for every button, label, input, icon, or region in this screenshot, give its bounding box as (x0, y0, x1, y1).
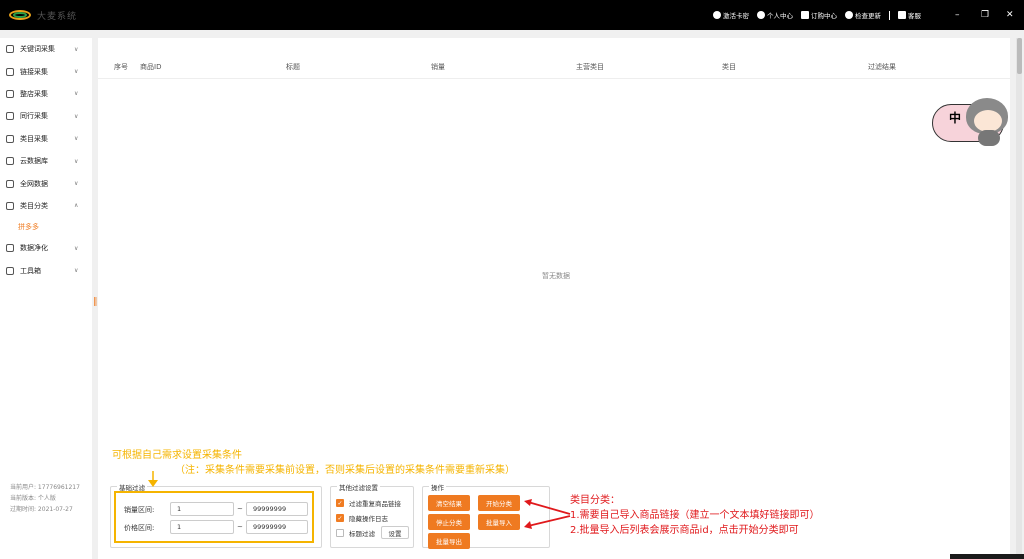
col-product-id: 商品ID (140, 63, 162, 71)
chevron-down-icon: ∨ (74, 244, 79, 252)
sidebar-item-store-collect[interactable]: 整店采集 ∨ (0, 83, 92, 105)
sidebar: 关键词采集 ∨ 链接采集 ∨ 整店采集 ∨ 同行采集 ∨ 类目采集 ∨ 云数据库 ∨ 全网数… (0, 38, 92, 559)
chevron-up-icon: ∧ (74, 202, 79, 210)
sidebar-item-category-collect[interactable]: 类目采集 ∨ (0, 128, 92, 150)
minimize-button[interactable]: – (955, 0, 960, 30)
yellow-arrow-icon (148, 471, 158, 487)
col-filter-result: 过滤结果 (868, 63, 896, 71)
current-version: 当前版本: 个人版 (10, 495, 56, 502)
sidebar-item-global-data[interactable]: 全网数据 ∨ (0, 172, 92, 194)
personal-center-link[interactable]: 个人中心 (757, 10, 793, 20)
chevron-down-icon: ∨ (74, 45, 79, 53)
cloud-icon (6, 157, 14, 166)
hide-log-checkbox[interactable]: ✓ 隐藏操作日志 (336, 513, 388, 523)
batch-import-button[interactable]: 批量导入 (478, 514, 520, 530)
sidebar-item-data-clean[interactable]: 数据净化 ∨ (0, 237, 92, 259)
check-icon: ✓ (336, 514, 344, 522)
scrollbar-thumb[interactable] (1017, 38, 1022, 74)
maximize-button[interactable]: ❐ (981, 0, 989, 30)
collapse-handle-icon[interactable]: ‖ (93, 297, 98, 307)
title-bar: 大麦系统 激活卡密 个人中心 订购中心 检查更新 客服 – ❐ ✕ (0, 0, 1024, 30)
col-main-category: 主营类目 (576, 63, 604, 71)
close-button[interactable]: ✕ (1006, 0, 1014, 30)
taskbar-fragment (950, 554, 1024, 559)
chevron-down-icon: ∨ (74, 267, 79, 275)
annotation-yellow-line2: （注：采集条件需要采集前设置，否则采集后设置的采集条件需要重新采集） (175, 465, 515, 476)
annotation-red: 类目分类： 1.需要自己导入商品链接（建立一个文本填好链接即可） 2.批量导入后… (570, 493, 820, 538)
user-icon (757, 11, 765, 19)
empty-state-text: 暂无数据 (542, 272, 570, 280)
text-icon (6, 45, 14, 54)
other-filter-legend: 其他过滤设置 (337, 482, 380, 492)
clear-results-button[interactable]: 清空结果 (428, 495, 470, 511)
divider (889, 10, 890, 20)
users-icon (6, 112, 14, 121)
key-icon (713, 11, 721, 19)
sidebar-item-link-collect[interactable]: 链接采集 ∨ (0, 60, 92, 82)
folder-icon (6, 134, 14, 143)
check-update-link[interactable]: 检查更新 (845, 10, 881, 20)
cart-icon (801, 11, 809, 19)
grid-icon (6, 201, 14, 210)
chevron-down-icon: ∨ (74, 112, 79, 120)
sidebar-item-toolbox[interactable]: 工具箱 ∨ (0, 260, 92, 282)
top-links: 激活卡密 个人中心 订购中心 检查更新 客服 (713, 0, 921, 30)
col-title: 标题 (286, 63, 300, 71)
filter-icon (6, 244, 14, 253)
current-user: 当前用户: 17776961217 (10, 484, 80, 491)
sidebar-item-cloud-db[interactable]: 云数据库 ∨ (0, 150, 92, 172)
table-header: 序号 商品ID 标题 销量 主营类目 类目 过滤结果 (98, 55, 1010, 79)
sidebar-item-peer-collect[interactable]: 同行采集 ∨ (0, 105, 92, 127)
mascot-face (974, 110, 1002, 132)
chevron-down-icon: ∨ (74, 157, 79, 165)
headset-icon (898, 11, 906, 19)
stop-classify-button[interactable]: 停止分类 (428, 514, 470, 530)
start-classify-button[interactable]: 开始分类 (478, 495, 520, 511)
chevron-down-icon: ∨ (74, 180, 79, 188)
col-index: 序号 (114, 63, 128, 71)
activate-card-link[interactable]: 激活卡密 (713, 10, 749, 20)
filter-duplicate-checkbox[interactable]: ✓ 过滤重复商品链接 (336, 498, 401, 508)
logo-text: 大麦系统 (37, 11, 78, 22)
red-arrows-icon (524, 499, 571, 529)
expire-time: 过期时间: 2021-07-27 (10, 506, 73, 513)
operations-legend: 操作 (429, 482, 446, 492)
col-category: 类目 (722, 63, 736, 71)
highlight-box (114, 491, 314, 543)
unchecked-box-icon (336, 529, 344, 537)
title-filter-settings-button[interactable]: 设置 (381, 526, 409, 539)
chevron-down-icon: ∨ (74, 90, 79, 98)
sidebar-item-category-classify[interactable]: 类目分类 ∧ (0, 195, 92, 217)
order-center-link[interactable]: 订购中心 (801, 10, 837, 20)
mascot-body (978, 130, 1000, 146)
title-filter-checkbox[interactable]: 标题过滤 (336, 528, 375, 538)
annotation-red-title: 类目分类： (570, 495, 620, 506)
chevron-down-icon: ∨ (74, 135, 79, 143)
mascot-widget[interactable]: 中 (932, 94, 1018, 150)
app-logo: 大麦系统 (8, 9, 77, 22)
logo-icon (8, 9, 34, 21)
toolbox-icon (6, 266, 14, 275)
check-icon: ✓ (336, 499, 344, 507)
annotation-yellow-line1: 可根据自己需求设置采集条件 (112, 450, 242, 461)
sidebar-item-keyword-collect[interactable]: 关键词采集 ∨ (0, 38, 92, 60)
col-sales: 销量 (431, 63, 445, 71)
annotation-red-line2: 2.批量导入后列表会展示商品id，点击开始分类即可 (570, 525, 799, 536)
link-icon (6, 67, 14, 76)
globe-icon (6, 179, 14, 188)
customer-service-link[interactable]: 客服 (898, 10, 921, 20)
results-table: 序号 商品ID 标题 销量 主营类目 类目 过滤结果 暂无数据 (98, 38, 1010, 476)
chevron-down-icon: ∨ (74, 68, 79, 76)
refresh-icon (845, 11, 853, 19)
store-icon (6, 89, 14, 98)
bubble-text: 中 (949, 111, 962, 125)
batch-export-button[interactable]: 批量导出 (428, 533, 470, 549)
annotation-red-line1: 1.需要自己导入商品链接（建立一个文本填好链接即可） (570, 510, 820, 521)
sidebar-subitem-pinduoduo[interactable]: 拼多多 (0, 217, 92, 237)
account-info: 当前用户: 17776961217 当前版本: 个人版 过期时间: 2021-0… (10, 482, 80, 515)
